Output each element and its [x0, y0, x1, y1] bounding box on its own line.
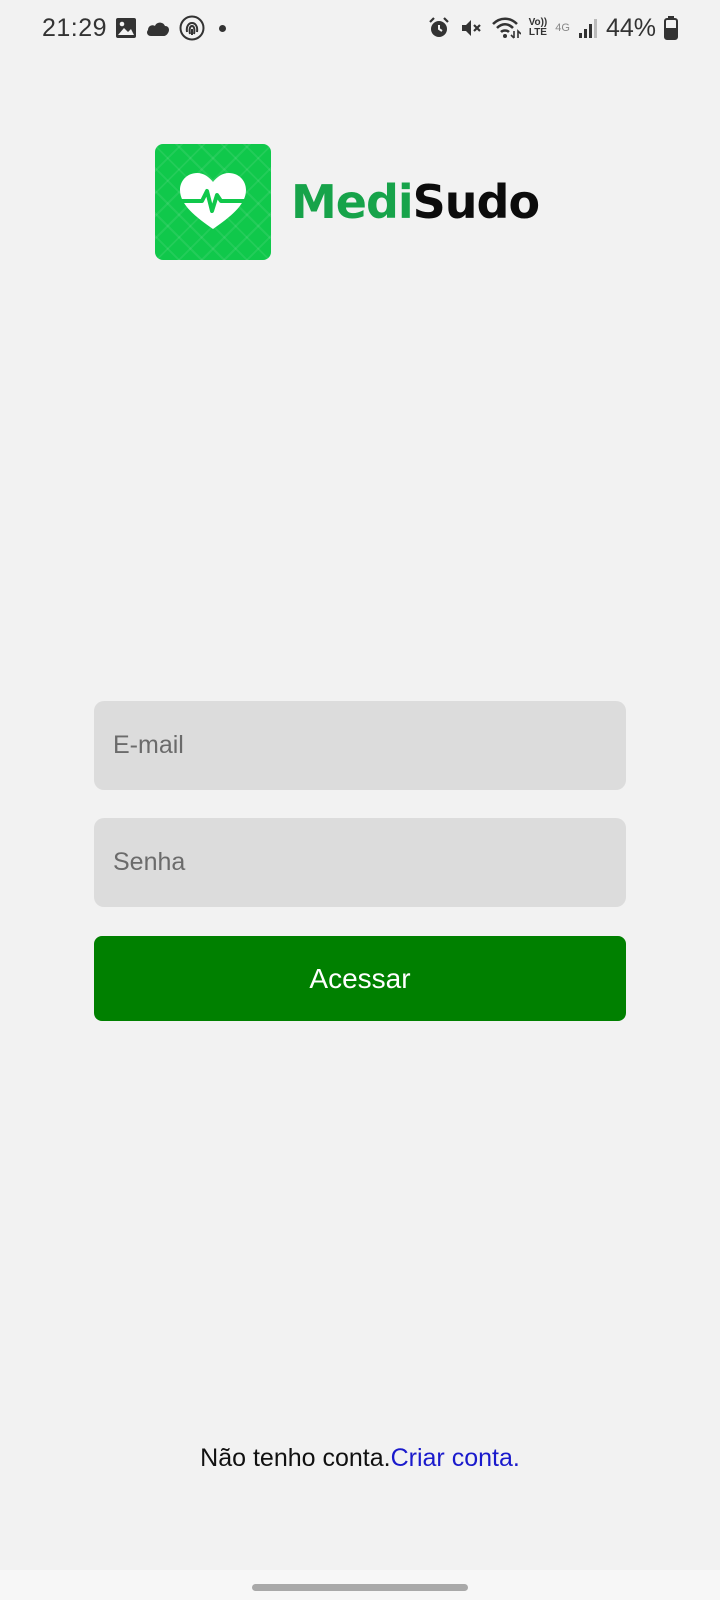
battery-icon [664, 16, 678, 40]
status-bar-right: Vo)) LTE 4G 44% [427, 14, 678, 43]
create-account-link[interactable]: Criar conta. [391, 1444, 520, 1472]
app-name: MediSudo [291, 175, 540, 229]
cloud-icon [145, 18, 171, 38]
mute-icon [459, 16, 483, 40]
password-input[interactable] [94, 818, 626, 907]
login-button[interactable]: Acessar [94, 936, 626, 1021]
wifi-icon [491, 16, 521, 40]
email-input[interactable] [94, 701, 626, 790]
status-bar: 21:29 Vo)) LTE 4G 44% [0, 0, 720, 56]
battery-percent: 44% [605, 13, 656, 42]
volte-bottom-label: LTE [528, 27, 547, 38]
home-gesture-handle[interactable] [252, 1584, 468, 1591]
volte-icon: Vo)) LTE [529, 18, 548, 38]
fingerprint-icon [179, 15, 205, 41]
app-logo: MediSudo [155, 144, 540, 260]
signup-row: Não tenho conta.Criar conta. [0, 1444, 720, 1473]
heart-pulse-icon [155, 144, 271, 260]
image-icon [115, 17, 137, 39]
network-type-label: 4G [555, 21, 570, 34]
status-time: 21:29 [42, 13, 108, 42]
signal-icon [578, 17, 598, 39]
alarm-icon [427, 16, 451, 40]
app-name-part1: Medi [291, 175, 414, 229]
app-name-part2: Sudo [412, 175, 540, 229]
signup-prompt: Não tenho conta. [200, 1444, 391, 1472]
dot-icon [219, 24, 227, 32]
status-bar-left: 21:29 [42, 13, 227, 43]
